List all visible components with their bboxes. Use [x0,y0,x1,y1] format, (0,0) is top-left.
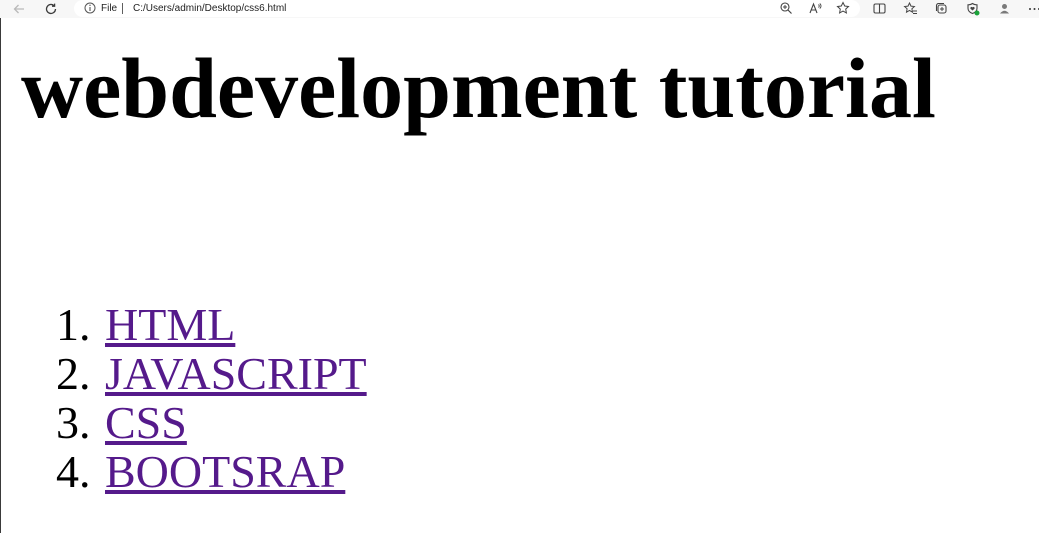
collections-icon[interactable] [934,1,949,16]
profile-avatar-icon[interactable] [997,1,1012,16]
info-icon[interactable] [84,2,96,14]
refresh-icon [45,3,57,15]
window-edge [0,18,1,533]
back-arrow-icon [13,4,24,14]
list-item: 2. JAVASCRIPT [56,349,367,398]
css-link[interactable]: CSS [105,397,187,448]
favorite-star-icon[interactable] [836,1,850,15]
bootstrap-link[interactable]: BOOTSRAP [105,446,345,497]
favorites-icon[interactable] [903,1,918,16]
back-button[interactable] [11,1,27,17]
refresh-button[interactable] [43,1,59,17]
address-bar[interactable]: File C:/Users/admin/Desktop/css6.html [74,0,860,17]
zoom-icon[interactable] [779,1,793,15]
tutorial-list: 1. HTML 2. JAVASCRIPT 3. CSS 4. BOOTSRAP [56,300,367,496]
read-aloud-icon[interactable] [808,1,822,15]
list-item: 4. BOOTSRAP [56,447,367,496]
javascript-link[interactable]: JAVASCRIPT [105,348,367,399]
list-number: 3. [56,397,91,448]
html-link[interactable]: HTML [105,299,235,350]
list-item: 1. HTML [56,300,367,349]
list-number: 1. [56,299,91,350]
url-text[interactable]: C:/Users/admin/Desktop/css6.html [133,2,286,15]
address-separator [122,3,123,14]
list-number: 2. [56,348,91,399]
list-item: 3. CSS [56,398,367,447]
page-heading: webdevelopment tutorial [21,40,936,136]
address-scheme-label: File [101,3,118,14]
browser-essentials-icon[interactable] [965,1,980,16]
more-menu-icon[interactable] [1027,1,1039,16]
browser-toolbar: File C:/Users/admin/Desktop/css6.html [0,0,1039,18]
list-number: 4. [56,446,91,497]
split-screen-icon[interactable] [872,1,887,16]
